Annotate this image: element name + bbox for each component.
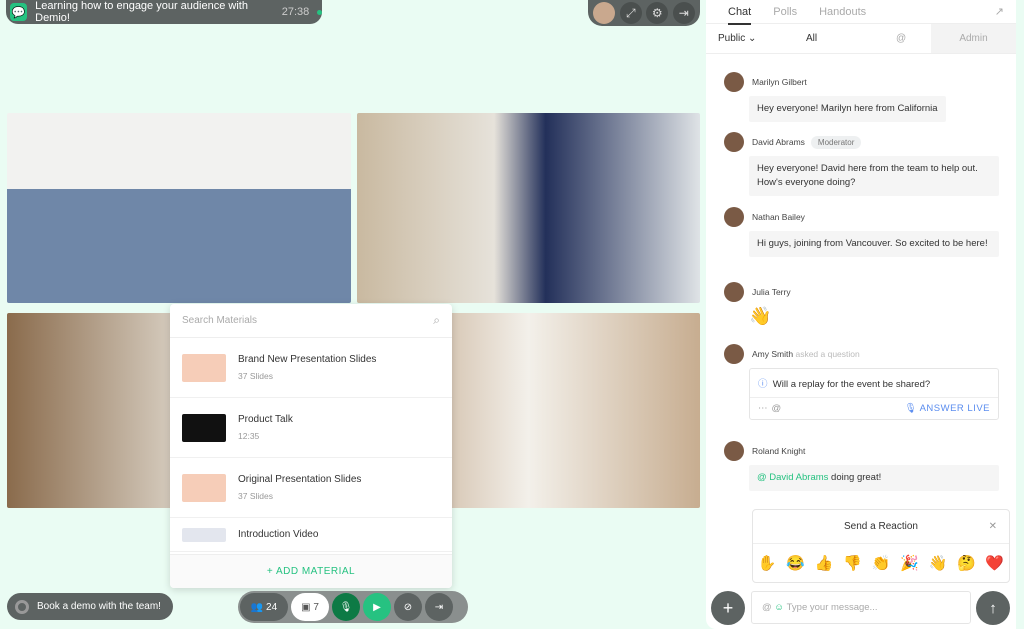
- tab-handouts[interactable]: Handouts: [819, 6, 866, 18]
- filter-admin[interactable]: Admin: [931, 24, 1016, 53]
- reaction-panel: Send a Reaction ✕ ✋ 😂 👍 👎 👏 🎉 👋 🤔 ❤️: [752, 509, 1010, 583]
- slides-thumbnail: [182, 473, 226, 502]
- mention-link[interactable]: @ David Abrams: [757, 472, 828, 483]
- more-button[interactable]: ⋯: [758, 403, 768, 414]
- send-button[interactable]: ↑: [976, 591, 1010, 625]
- chat-message: Marilyn Gilbert Hey everyone! Marilyn her…: [724, 72, 1000, 122]
- material-item[interactable]: Original Presentation Slides 37 Slides: [170, 458, 452, 518]
- reaction-party[interactable]: 🎉: [900, 554, 919, 572]
- video-thumbnail: [182, 413, 226, 442]
- expand-icon[interactable]: ⤢: [619, 2, 642, 24]
- add-button[interactable]: +: [711, 591, 745, 625]
- avatar: [724, 441, 744, 461]
- moderator-badge: Moderator: [810, 135, 862, 149]
- reaction-thinking[interactable]: 🤔: [957, 554, 976, 572]
- close-icon[interactable]: ✕: [989, 521, 997, 532]
- chat-message: David Abrams Moderator Hey everyone! David…: [724, 132, 1000, 196]
- material-item[interactable]: Brand New Presentation Slides 37 Slides: [170, 338, 452, 398]
- avatar: [724, 72, 744, 92]
- chat-message: Roland Knight @ David Abrams doing great!: [724, 441, 1000, 491]
- gear-icon[interactable]: ⚙: [646, 2, 669, 24]
- people-icon: 👥: [250, 601, 264, 613]
- materials-button[interactable]: ▣ 7: [291, 593, 329, 621]
- add-material-button[interactable]: + ADD MATERIAL: [170, 554, 452, 588]
- search-icon: ⌕: [433, 313, 440, 327]
- reaction-laugh[interactable]: 😂: [786, 554, 805, 572]
- answer-live-button[interactable]: 🎙 ANSWER LIVE: [904, 403, 990, 414]
- user-avatar[interactable]: [593, 2, 616, 24]
- camera-button[interactable]: ▶: [363, 593, 391, 621]
- tab-polls[interactable]: Polls: [773, 6, 797, 18]
- book-demo-button[interactable]: Book a demo with the team!: [7, 593, 173, 620]
- scope-dropdown[interactable]: Public ⌄: [706, 33, 806, 44]
- reaction-hand[interactable]: ✋: [758, 554, 777, 572]
- top-controls: ⤢ ⚙ ⇥: [588, 0, 700, 26]
- control-bar: 👥 24 ▣ 7 🎙 ▶ ⊘ ⇥: [238, 591, 468, 623]
- materials-search-input[interactable]: Search Materials ⌕: [170, 304, 452, 338]
- material-item[interactable]: Product Talk 12:35: [170, 398, 452, 458]
- reaction-thumbs-down[interactable]: 👎: [843, 554, 862, 572]
- exit-icon[interactable]: ⇥: [672, 2, 695, 24]
- mention-button[interactable]: @: [772, 403, 782, 414]
- avatar: [724, 132, 744, 152]
- mention-icon: @: [762, 602, 772, 613]
- reaction-wave[interactable]: 👋: [929, 554, 948, 572]
- question-icon: ⓘ: [758, 379, 768, 390]
- mention-filter-icon[interactable]: @: [896, 33, 931, 44]
- reaction-clap[interactable]: 👏: [872, 554, 891, 572]
- reaction-heart[interactable]: ❤️: [985, 554, 1004, 572]
- avatar: [724, 207, 744, 227]
- filter-all[interactable]: All: [806, 33, 896, 44]
- materials-panel: Search Materials ⌕ Brand New Presentation…: [170, 304, 452, 588]
- session-title: Learning how to engage your audience wit…: [35, 0, 248, 24]
- demio-logo-icon: 💬: [10, 3, 28, 21]
- reaction-thumbs-up[interactable]: 👍: [815, 554, 834, 572]
- avatar: [724, 282, 744, 302]
- question-message: Amy Smith asked a question ⓘ Will a repl…: [724, 344, 1000, 420]
- video-thumbnail: [182, 527, 226, 542]
- screenshare-off-button[interactable]: ⊘: [394, 593, 422, 621]
- session-timer: 27:38: [281, 6, 310, 18]
- microphone-button[interactable]: 🎙: [332, 593, 360, 621]
- video-tile-1: [7, 113, 351, 303]
- chat-message: Julia Terry 👋: [724, 282, 1000, 327]
- chat-message: Nathan Bailey Hi guys, joining from Vanco…: [724, 207, 1000, 257]
- materials-icon: ▣: [301, 601, 311, 613]
- target-icon: [15, 599, 29, 614]
- popout-icon[interactable]: ↗: [995, 5, 1004, 18]
- live-indicator-icon: [317, 9, 322, 15]
- material-item[interactable]: Introduction Video: [170, 518, 452, 552]
- emoji-icon: ☺: [774, 602, 784, 613]
- avatar: [724, 344, 744, 364]
- session-title-bar: 💬 Learning how to engage your audience w…: [6, 0, 322, 24]
- leave-button[interactable]: ⇥: [425, 593, 453, 621]
- tab-chat[interactable]: Chat: [728, 6, 752, 25]
- attendees-button[interactable]: 👥 24: [240, 593, 288, 621]
- message-input[interactable]: @ ☺ Type your message...: [751, 591, 971, 624]
- video-tile-2: [357, 113, 700, 303]
- slides-thumbnail: [182, 353, 226, 382]
